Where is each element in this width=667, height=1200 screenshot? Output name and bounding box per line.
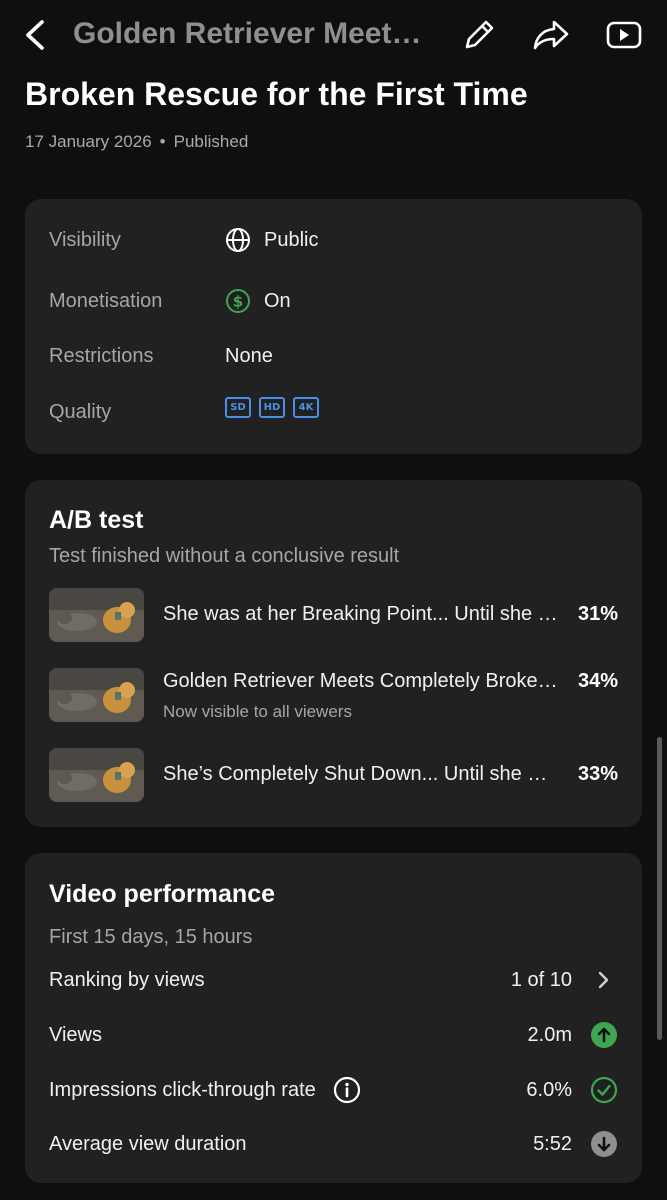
header-title: Golden Retriever Meets Completely Broken… xyxy=(73,17,438,50)
dollar-icon: $ xyxy=(226,289,250,313)
ctr-label-wrap: Impressions click-through rate xyxy=(49,1073,361,1107)
monetisation-value: On xyxy=(264,290,291,312)
publish-status: Published xyxy=(173,132,249,151)
variant-percent: 34% xyxy=(577,670,618,692)
dogs-thumbnail-image xyxy=(49,748,144,802)
ab-test-subtitle: Test finished without a conclusive resul… xyxy=(49,545,400,567)
dogs-thumbnail-image xyxy=(49,588,144,642)
youtube-button[interactable] xyxy=(603,14,645,56)
variant-thumbnail xyxy=(49,748,144,802)
quality-label: Quality xyxy=(49,401,112,423)
back-arrow-icon xyxy=(26,20,44,50)
views-row[interactable]: Views 2.0m xyxy=(49,1018,618,1052)
variant-note: Now visible to all viewers xyxy=(163,702,352,721)
ctr-value: 6.0% xyxy=(526,1079,572,1101)
monetisation-row[interactable]: Monetisation $ On xyxy=(49,286,618,316)
ranking-label: Ranking by views xyxy=(49,969,205,991)
restrictions-value: None xyxy=(225,345,273,367)
quality-row: Quality SD HD 4K xyxy=(49,397,618,427)
ctr-label: Impressions click-through rate xyxy=(49,1079,316,1101)
views-label: Views xyxy=(49,1024,102,1046)
hd-badge: HD xyxy=(259,397,285,418)
check-circle-icon xyxy=(590,1076,618,1104)
chevron-right-icon xyxy=(598,971,609,989)
video-performance-card: Video performance First 15 days, 15 hour… xyxy=(25,853,642,1183)
avg-view-duration-value: 5:52 xyxy=(533,1133,572,1155)
top-app-bar: Golden Retriever Meets Completely Broken… xyxy=(0,0,667,70)
visibility-row[interactable]: Visibility Public xyxy=(49,225,618,255)
monetisation-value-wrap: $ On xyxy=(225,286,291,316)
performance-subtitle: First 15 days, 15 hours xyxy=(49,926,253,948)
globe-icon xyxy=(226,228,250,252)
arrow-down-circle-icon xyxy=(591,1131,617,1157)
share-button[interactable] xyxy=(530,14,572,56)
ab-test-heading: A/B test xyxy=(49,506,144,534)
monetisation-label: Monetisation xyxy=(49,290,163,312)
publish-date: 17 January 2026 xyxy=(25,132,152,151)
scrollbar[interactable] xyxy=(657,737,662,1040)
ab-test-variant[interactable]: She was at her Breaking Point... Until s… xyxy=(49,588,618,644)
variant-thumbnail xyxy=(49,668,144,722)
dogs-thumbnail-image xyxy=(49,668,144,722)
variant-title: Golden Retriever Meets Completely Broken… xyxy=(163,670,563,692)
share-icon xyxy=(533,20,569,50)
4k-badge: 4K xyxy=(293,397,319,418)
visibility-label: Visibility xyxy=(49,229,121,251)
variant-percent: 33% xyxy=(577,763,618,785)
meta-separator: • xyxy=(159,132,166,151)
ab-test-variant[interactable]: She’s Completely Shut Down... Until she … xyxy=(49,748,618,804)
quality-badges: SD HD 4K xyxy=(225,397,327,418)
ctr-row[interactable]: Impressions click-through rate 6.0% xyxy=(49,1073,618,1107)
variant-title: She was at her Breaking Point... Until s… xyxy=(163,603,563,625)
variant-percent: 31% xyxy=(577,603,618,625)
ab-test-card: A/B test Test finished without a conclus… xyxy=(25,480,642,827)
visibility-value-wrap: Public xyxy=(225,225,318,255)
svg-text:$: $ xyxy=(233,293,243,311)
variant-thumbnail xyxy=(49,588,144,642)
ab-test-variant[interactable]: Golden Retriever Meets Completely Broken… xyxy=(49,668,618,724)
performance-heading: Video performance xyxy=(49,880,276,908)
pencil-icon xyxy=(465,20,494,49)
ranking-row[interactable]: Ranking by views 1 of 10 xyxy=(49,963,618,997)
edit-button[interactable] xyxy=(458,14,500,56)
views-value: 2.0m xyxy=(527,1024,572,1046)
details-card: Visibility Public Monetisation $ On Rest… xyxy=(25,199,642,454)
back-button[interactable] xyxy=(18,16,54,54)
info-icon[interactable] xyxy=(333,1076,361,1104)
restrictions-label: Restrictions xyxy=(49,345,154,367)
avg-view-duration-row[interactable]: Average view duration 5:52 xyxy=(49,1127,618,1161)
arrow-up-circle-icon xyxy=(591,1022,617,1048)
ranking-value: 1 of 10 xyxy=(510,969,572,991)
variant-title: She’s Completely Shut Down... Until she … xyxy=(163,763,563,785)
avg-view-duration-label: Average view duration xyxy=(49,1133,247,1155)
youtube-icon xyxy=(606,21,642,49)
restrictions-row[interactable]: Restrictions None xyxy=(49,341,618,371)
sd-badge: SD xyxy=(225,397,251,418)
video-meta: 17 January 2026 • Published xyxy=(25,132,248,152)
visibility-value: Public xyxy=(264,229,319,251)
